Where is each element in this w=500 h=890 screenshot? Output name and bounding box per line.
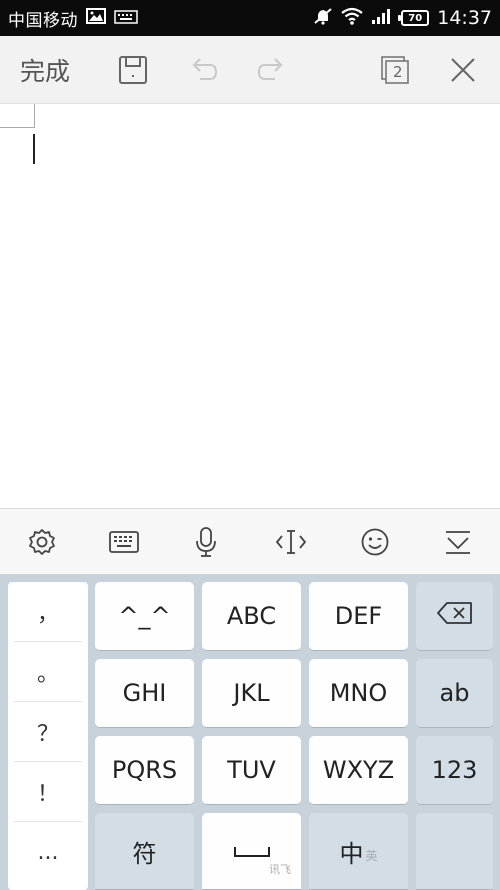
key-pqrs[interactable]: PQRS: [95, 736, 194, 805]
key-emoticon[interactable]: ^_^: [95, 582, 194, 651]
space-bar-icon: [233, 837, 271, 865]
language-primary: 中: [339, 839, 364, 868]
backspace-icon: [436, 601, 474, 631]
editor-toolbar: 完成 2: [0, 36, 500, 104]
keyboard-icon[interactable]: [108, 526, 140, 558]
page-count-icon[interactable]: 2: [379, 54, 411, 86]
page-count: 2: [393, 63, 403, 81]
symbol-comma-key[interactable]: ，: [14, 582, 82, 642]
text-caret: [33, 134, 35, 164]
image-notification-icon: [86, 8, 106, 28]
settings-gear-icon[interactable]: [26, 526, 58, 558]
key-jkl[interactable]: JKL: [202, 659, 301, 728]
silent-mode-icon: [313, 7, 333, 29]
space-key[interactable]: 讯飞: [202, 813, 301, 890]
key-enter[interactable]: [416, 813, 493, 890]
undo-icon[interactable]: [187, 54, 219, 86]
cell-marker: [0, 104, 35, 128]
symbol-ellipsis-key[interactable]: ...: [14, 822, 82, 882]
hide-keyboard-icon[interactable]: [442, 526, 474, 558]
signal-icon: [371, 7, 393, 29]
status-bar: 中国移动 70 14:37: [0, 0, 500, 36]
t9-keyboard: ， 。 ？ ！ ... ^_^ ABC DEF GHI JKL MNO ab P…: [0, 574, 500, 890]
wifi-icon: [341, 7, 363, 29]
close-icon[interactable]: [447, 54, 479, 86]
microphone-icon[interactable]: [190, 526, 222, 558]
key-mno[interactable]: MNO: [309, 659, 408, 728]
key-def[interactable]: DEF: [309, 582, 408, 651]
symbol-question-key[interactable]: ？: [14, 702, 82, 762]
clock: 14:37: [437, 7, 492, 29]
emoji-icon[interactable]: [359, 526, 391, 558]
backspace-button[interactable]: [416, 582, 493, 651]
key-ab[interactable]: ab: [416, 659, 493, 728]
key-tuv[interactable]: TUV: [202, 736, 301, 805]
keyboard-toolbar: [0, 508, 500, 574]
symbol-period-key[interactable]: 。: [14, 642, 82, 702]
carrier-name: 中国移动: [8, 10, 78, 31]
save-icon[interactable]: [117, 54, 149, 86]
key-abc[interactable]: ABC: [202, 582, 301, 651]
key-123[interactable]: 123: [416, 736, 493, 805]
done-button[interactable]: 完成: [20, 52, 70, 88]
key-wxyz[interactable]: WXYZ: [309, 736, 408, 805]
language-secondary: 英: [365, 848, 378, 863]
battery-indicator: 70: [398, 10, 430, 26]
symbol-column[interactable]: ， 。 ？ ！ ...: [8, 582, 88, 890]
symbol-exclamation-key[interactable]: ！: [14, 762, 82, 822]
document-editor[interactable]: [0, 104, 500, 508]
cursor-move-icon[interactable]: [275, 526, 307, 558]
keyboard-notification-icon: [114, 9, 138, 28]
redo-icon[interactable]: [256, 54, 288, 86]
key-language-switch[interactable]: 中 英: [309, 813, 408, 890]
space-key-brand: 讯飞: [269, 863, 291, 876]
key-symbols[interactable]: 符: [95, 813, 194, 890]
key-ghi[interactable]: GHI: [95, 659, 194, 728]
